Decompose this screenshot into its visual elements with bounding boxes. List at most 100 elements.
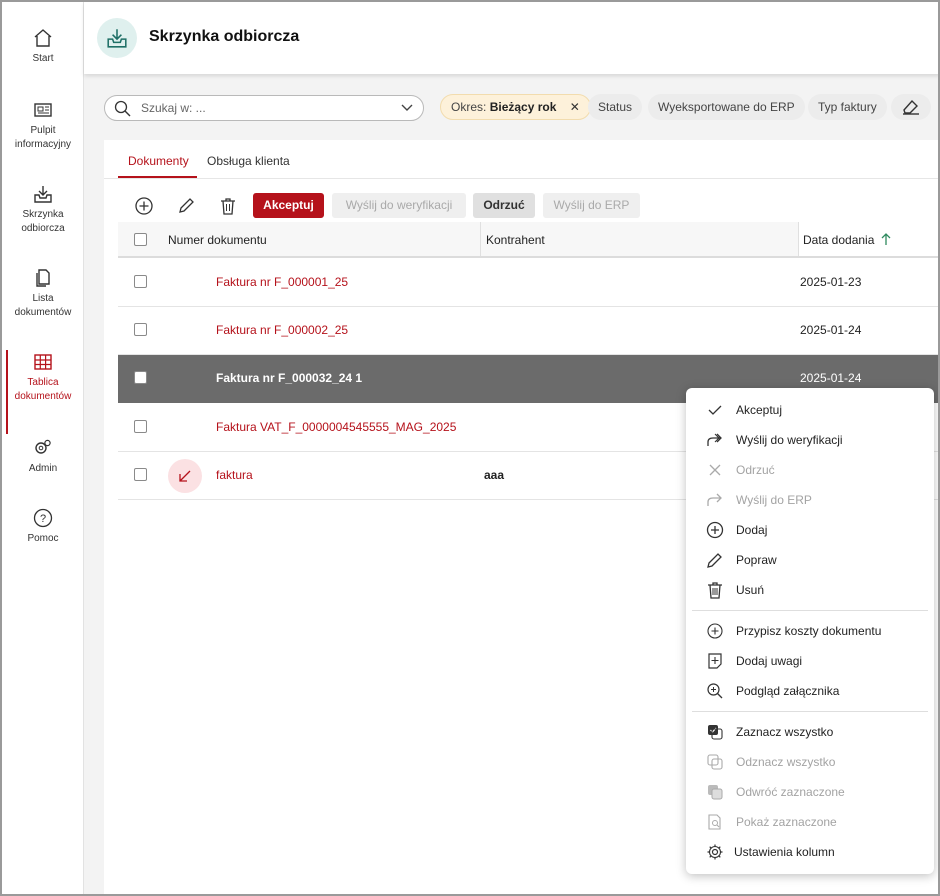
menu-item-label: Wyślij do ERP [736, 493, 812, 507]
sidebar-item-label: Admin [28, 463, 58, 474]
menu-item-column-settings[interactable]: Ustawienia kolumn [686, 838, 934, 866]
sidebar-item-start[interactable]: Start [2, 28, 84, 66]
column-header-number[interactable]: Numer dokumentu [168, 233, 267, 247]
documents-icon [36, 269, 50, 287]
help-icon: ? [33, 508, 53, 528]
menu-item-label: Dodaj uwagi [736, 654, 803, 668]
menu-item-label: Podgląd załącznika [736, 684, 840, 698]
edit-icon[interactable] [176, 196, 196, 216]
trash-icon [708, 582, 722, 599]
menu-item-label: Przypisz koszty dokumentu [736, 624, 882, 638]
check-icon [708, 405, 722, 415]
row-checkbox[interactable] [134, 371, 147, 384]
menu-item-deselect-all[interactable]: Odznacz wszystko [686, 748, 934, 776]
chevron-down-icon[interactable] [401, 103, 413, 113]
menu-item-label: Akceptuj [736, 403, 783, 417]
period-value: Bieżący rok [489, 100, 557, 114]
sidebar-item-help[interactable]: ? Pomoc [2, 508, 84, 546]
menu-item-show-selected[interactable]: Pokaż zaznaczone [686, 808, 934, 836]
clear-filters-button[interactable] [891, 94, 931, 120]
menu-item-label: Popraw [736, 553, 777, 567]
table-header: Numer dokumentu Kontrahent Data dodania [118, 222, 938, 258]
close-icon[interactable]: ✕ [570, 100, 580, 114]
plus-circle-icon [707, 623, 723, 639]
menu-item-accept[interactable]: Akceptuj [686, 396, 934, 424]
arrow-down-left-icon [168, 459, 202, 493]
table-row[interactable]: Faktura nr F_000002_25 2025-01-24 [118, 307, 938, 355]
date-added: 2025-01-23 [800, 275, 862, 289]
document-number-link[interactable]: Faktura nr F_000032_24 1 [216, 371, 362, 385]
document-number-link[interactable]: faktura [216, 468, 253, 482]
sidebar-item-label: Start [32, 53, 54, 64]
row-checkbox[interactable] [134, 420, 147, 433]
svg-text:?: ? [40, 513, 46, 525]
menu-item-label: Wyślij do weryfikacji [736, 433, 843, 447]
table-grid-icon [34, 354, 52, 370]
row-checkbox[interactable] [134, 323, 147, 336]
pencil-icon [707, 553, 722, 568]
accept-button[interactable]: Akceptuj [253, 193, 324, 218]
menu-item-add-notes[interactable]: Dodaj uwagi [686, 647, 934, 675]
sidebar-item-admin[interactable]: Admin [2, 438, 84, 476]
date-added: 2025-01-24 [800, 323, 862, 337]
inbox-download-icon [34, 186, 52, 203]
menu-item-send-erp[interactable]: Wyślij do ERP [686, 486, 934, 514]
sidebar-item-label: Pomoc [27, 533, 59, 544]
menu-item-add[interactable]: Dodaj [686, 516, 934, 544]
date-added: 2025-01-24 [800, 371, 862, 385]
menu-item-delete[interactable]: Usuń [686, 576, 934, 604]
send-erp-button[interactable]: Wyślij do ERP [543, 193, 640, 218]
filter-chip-exported[interactable]: Wyeksportowane do ERP [648, 94, 805, 120]
row-checkbox[interactable] [134, 275, 147, 288]
search-input[interactable]: Szukaj w: ... [104, 95, 424, 121]
select-all-checkbox[interactable] [134, 233, 147, 246]
invert-selection-icon [708, 785, 723, 800]
reject-button[interactable]: Odrzuć [473, 193, 535, 218]
menu-item-reject[interactable]: Odrzuć [686, 456, 934, 484]
menu-item-label: Odznacz wszystko [736, 755, 836, 769]
menu-item-edit[interactable]: Popraw [686, 546, 934, 574]
document-number-link[interactable]: Faktura nr F_000002_25 [216, 323, 348, 337]
menu-item-label: Dodaj [736, 523, 768, 537]
row-checkbox[interactable] [134, 468, 147, 481]
sidebar-item-document-list[interactable]: Lista dokumentów [2, 268, 84, 320]
sidebar-item-label: Pulpit informacyjny [14, 125, 72, 150]
send-verification-button[interactable]: Wyślij do weryfikacji [332, 193, 466, 218]
menu-item-label: Ustawienia kolumn [734, 845, 835, 859]
document-number-link[interactable]: Faktura nr F_000001_25 [216, 275, 348, 289]
sidebar-item-dashboard[interactable]: Pulpit informacyjny [2, 100, 84, 152]
home-icon [34, 29, 52, 47]
forward-icon [707, 433, 722, 446]
sidebar-item-label: Lista dokumentów [14, 293, 72, 318]
page-header: Skrzynka odbiorcza [84, 2, 938, 74]
menu-item-label: Odrzuć [736, 463, 775, 477]
add-icon[interactable] [134, 196, 154, 216]
sort-ascending-icon[interactable] [880, 232, 892, 246]
sidebar-item-document-board[interactable]: Tablica dokumentów [2, 350, 84, 434]
filter-chip-period[interactable]: Okres: Bieżący rok ✕ [440, 94, 591, 120]
newspaper-icon [34, 103, 52, 117]
filter-chip-invoice-type[interactable]: Typ faktury [808, 94, 887, 120]
trash-icon[interactable] [218, 196, 238, 216]
sidebar-item-label: Skrzynka odbiorcza [21, 209, 65, 234]
sidebar-item-inbox[interactable]: Skrzynka odbiorcza [2, 184, 84, 236]
menu-item-send-verification[interactable]: Wyślij do weryfikacji [686, 426, 934, 454]
gear-icon [707, 844, 723, 860]
menu-item-invert-selection[interactable]: Odwróć zaznaczone [686, 778, 934, 806]
close-icon [709, 464, 721, 476]
document-number-link[interactable]: Faktura VAT_F_0000004545555_MAG_2025 [216, 420, 456, 434]
search-icon [114, 100, 131, 117]
menu-item-label: Odwróć zaznaczone [736, 785, 845, 799]
column-header-contractor[interactable]: Kontrahent [486, 233, 545, 247]
tab-customer-service[interactable]: Obsługa klienta [207, 154, 290, 168]
menu-item-label: Usuń [736, 583, 765, 597]
filter-chip-status[interactable]: Status [588, 94, 643, 120]
menu-item-select-all[interactable]: Zaznacz wszystko [686, 718, 934, 746]
menu-item-preview-attachment[interactable]: Podgląd załącznika [686, 677, 934, 705]
table-row[interactable]: Faktura nr F_000001_25 2025-01-23 [118, 259, 938, 307]
column-separator [480, 222, 481, 256]
tab-documents[interactable]: Dokumenty [128, 154, 189, 168]
menu-item-assign-costs[interactable]: Przypisz koszty dokumentu [686, 617, 934, 645]
note-add-icon [708, 653, 722, 669]
column-header-date[interactable]: Data dodania [803, 233, 874, 247]
